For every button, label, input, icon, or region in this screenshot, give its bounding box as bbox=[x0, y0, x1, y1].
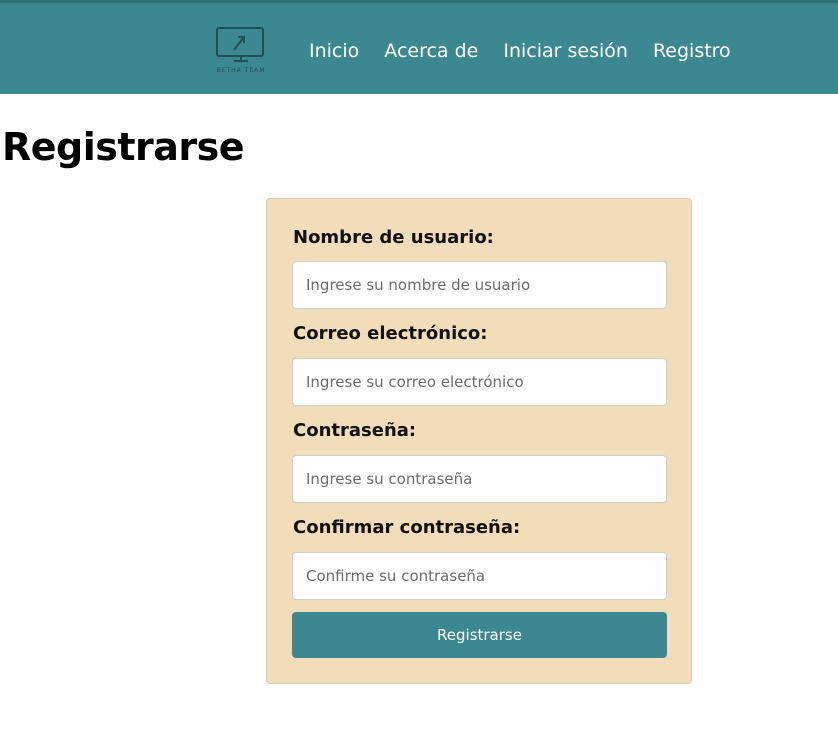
page-title: Registrarse bbox=[2, 125, 245, 169]
username-input[interactable] bbox=[292, 261, 667, 309]
confirm-password-input[interactable] bbox=[292, 552, 667, 600]
nav-links: Inicio Acerca de Iniciar sesión Registro bbox=[309, 37, 731, 65]
nav-link-inicio[interactable]: Inicio bbox=[309, 37, 359, 65]
confirm-password-label: Confirmar contraseña: bbox=[293, 517, 521, 538]
nav-link-acerca-de[interactable]: Acerca de bbox=[384, 37, 478, 65]
monitor-logo-icon bbox=[216, 27, 264, 62]
password-input[interactable] bbox=[292, 455, 667, 503]
email-label: Correo electrónico: bbox=[293, 323, 488, 344]
logo[interactable]: BETHA TEAM bbox=[212, 25, 270, 81]
nav-link-iniciar-sesion[interactable]: Iniciar sesión bbox=[503, 37, 628, 65]
password-label: Contraseña: bbox=[293, 420, 417, 441]
nav-link-registro[interactable]: Registro bbox=[653, 37, 731, 65]
navbar: BETHA TEAM Inicio Acerca de Iniciar sesi… bbox=[0, 0, 838, 94]
username-label: Nombre de usuario: bbox=[293, 227, 494, 248]
email-input[interactable] bbox=[292, 358, 667, 406]
logo-text: BETHA TEAM bbox=[216, 67, 266, 74]
register-form: Nombre de usuario: Correo electrónico: C… bbox=[266, 198, 692, 684]
register-button[interactable]: Registrarse bbox=[292, 612, 667, 658]
